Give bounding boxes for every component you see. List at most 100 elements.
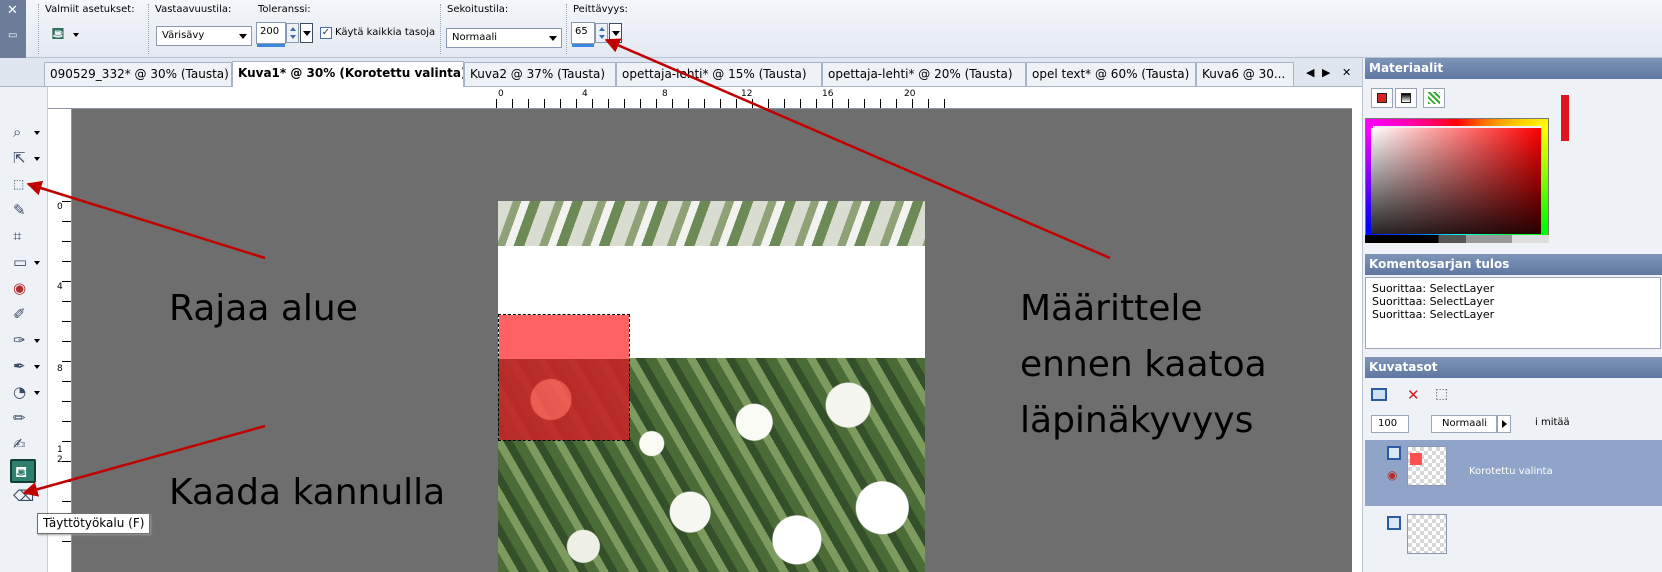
foreground-swatch[interactable]	[1561, 95, 1569, 141]
match-mode-label: Vastaavuustila:	[155, 4, 232, 15]
flood-fill-tool[interactable]: ⛾	[10, 459, 36, 483]
delete-layer-button[interactable]: ✕	[1405, 386, 1425, 406]
close-tab-icon[interactable]: ✕	[1342, 66, 1351, 79]
layers-panel-title: Kuvatasot	[1365, 357, 1662, 378]
paint-brush-tool[interactable]: ✏	[10, 407, 36, 431]
tab-kuva1[interactable]: Kuva1* @ 30% (Korotettu valinta)	[232, 61, 464, 87]
ruler-h-label: 16	[822, 89, 834, 99]
layer-mask-button[interactable]: ⬚	[1433, 386, 1453, 406]
magnifier-icon: ⌕	[13, 123, 22, 141]
presets-dropdown[interactable]: ⛾	[49, 24, 83, 48]
tab-next-icon[interactable]: ▶	[1322, 66, 1330, 79]
materials-tab-swatches[interactable]	[1423, 88, 1445, 108]
close-icon[interactable]: ✕	[7, 3, 18, 18]
eraser-tool[interactable]: ⌫	[10, 485, 36, 509]
tab-kuva2[interactable]: Kuva2 @ 37% (Tausta)	[464, 62, 616, 86]
ruler-h-label: 20	[904, 89, 916, 99]
fill-tool-tooltip: Täyttötyökalu (F)	[37, 513, 151, 534]
use-all-layers-label: Käytä kaikkia tasoja	[335, 27, 436, 38]
crop-tool[interactable]: ⌗	[10, 225, 36, 249]
script-line: Suorittaa: SelectLayer	[1372, 282, 1495, 295]
document-tabs: 090529_332* @ 30% (Tausta) Kuva1* @ 30% …	[0, 58, 1364, 87]
tab-prev-icon[interactable]: ◀	[1306, 66, 1314, 79]
clone-tool[interactable]: ✑	[10, 329, 40, 353]
pointer-icon: ⇱	[13, 149, 26, 167]
layer-blend-select[interactable]: Normaali	[1431, 415, 1497, 433]
annotation-crop-area: Rajaa alue	[169, 288, 358, 329]
color-replacer-tool[interactable]: ◔	[10, 381, 40, 405]
color-picker[interactable]	[1371, 128, 1541, 234]
brush-icon: ✐	[13, 305, 26, 323]
ruler-ticks	[496, 99, 946, 108]
layer-thumbnail	[1407, 446, 1447, 486]
options-grip[interactable]: ✕ ▭	[0, 0, 26, 58]
opacity-dropdown[interactable]	[609, 23, 622, 43]
deform-icon: ▭	[13, 253, 28, 271]
presets-group: Valmiit asetukset: ⛾	[38, 4, 148, 54]
script-line: Suorittaa: SelectLayer	[1372, 295, 1495, 308]
tolerance-group: Toleranssi: 200 ✓ Käytä kaikkia tasoja	[252, 4, 442, 54]
script-output-box: Suorittaa: SelectLayer Suorittaa: Select…	[1365, 277, 1661, 349]
tolerance-dropdown[interactable]	[300, 23, 313, 43]
pick-tool[interactable]: ⇱	[10, 147, 40, 171]
script-output-title: Komentosarjan tulos	[1365, 254, 1662, 275]
chevron-right-icon[interactable]	[1497, 415, 1511, 433]
blend-mode-label: Sekoitustila:	[447, 4, 509, 15]
tab-opel-text[interactable]: opel text* @ 60% (Tausta)	[1026, 62, 1196, 86]
tab-opettaja-lehti-15[interactable]: opettaja-lehti* @ 15% (Tausta)	[616, 62, 822, 86]
materials-tab-frame[interactable]	[1371, 88, 1393, 108]
gradient-icon	[1401, 93, 1411, 103]
horizontal-ruler: 0 4 8 12 16 20	[48, 87, 1352, 109]
retouch-tool[interactable]: ✒	[10, 355, 40, 379]
clone-brush-icon: ✑	[13, 331, 26, 349]
script-line: Suorittaa: SelectLayer	[1372, 308, 1495, 321]
opacity-input[interactable]: 65	[571, 22, 595, 47]
materials-tab-rainbow[interactable]	[1395, 88, 1417, 108]
new-layer-button[interactable]	[1371, 386, 1401, 406]
tolerance-label: Toleranssi:	[258, 4, 311, 15]
layer-row-selected[interactable]: ◉ Korotettu valinta	[1365, 440, 1662, 506]
use-all-layers-checkbox[interactable]: ✓	[320, 27, 332, 39]
vertical-ruler: 0 4 8 1 2	[48, 109, 72, 572]
pin-icon[interactable]: ▭	[8, 30, 17, 41]
flower-photo[interactable]	[498, 201, 925, 572]
fill-bucket-icon: ⛾	[51, 24, 65, 44]
airbrush-tool[interactable]: ✍	[10, 433, 36, 457]
annotation-opacity-line2: ennen kaatoa	[1020, 344, 1267, 385]
retouch-icon: ✒	[13, 357, 26, 375]
tolerance-input[interactable]: 200	[256, 22, 286, 47]
tool-options-bar: ✕ ▭ Valmiit asetukset: ⛾ Vastaavuustila:…	[0, 0, 1662, 58]
blend-mode-select[interactable]: Normaali	[446, 28, 562, 48]
presets-label: Valmiit asetukset:	[45, 4, 135, 15]
blend-mode-group: Sekoitustila: Normaali	[440, 4, 564, 54]
red-eye-tool[interactable]: ◉	[10, 277, 36, 301]
ruler-ticks	[62, 201, 71, 561]
annotation-opacity-line1: Määrittele	[1020, 288, 1203, 329]
selection-fill-flowers	[499, 359, 629, 440]
eye-icon[interactable]: ◉	[1387, 468, 1397, 482]
move-tool[interactable]: ▭	[10, 251, 40, 275]
layer-lock-field[interactable]: i mitää	[1515, 415, 1655, 433]
zoom-tool[interactable]: ⌕	[10, 121, 40, 145]
marquee-selection[interactable]	[498, 314, 630, 441]
grayscale-strip[interactable]	[1365, 235, 1549, 243]
tab-090529[interactable]: 090529_332* @ 30% (Tausta)	[44, 62, 232, 86]
value-underline	[257, 44, 285, 47]
tolerance-spinner[interactable]	[286, 23, 299, 43]
delete-layer-icon: ✕	[1407, 386, 1420, 404]
selection-tool[interactable]: ⬚	[10, 173, 40, 197]
tools-palette: ⌕ ⇱ ⬚ ✎ ⌗ ▭ ◉ ✐ ✑ ✒ ◔ ✏ ✍ ⛾ ⌫	[0, 87, 48, 572]
makeover-tool[interactable]: ✐	[10, 303, 36, 327]
tab-kuva6[interactable]: Kuva6 @ 30...	[1196, 62, 1294, 86]
opacity-spinner[interactable]	[595, 23, 608, 43]
layer-opacity-input[interactable]: 100	[1371, 415, 1409, 433]
opacity-value: 65	[575, 26, 588, 37]
layer-row[interactable]	[1365, 510, 1662, 572]
match-mode-select[interactable]: Värisävy	[156, 26, 252, 46]
crop-icon: ⌗	[13, 227, 22, 245]
tab-opettaja-lehti-20[interactable]: opettaja-lehti* @ 20% (Tausta)	[822, 62, 1026, 86]
right-panels: Materiaalit Komentosarjan tulos Suoritta…	[1362, 58, 1662, 572]
dropper-tool[interactable]: ✎	[10, 199, 36, 223]
eraser-icon: ⌫	[13, 487, 35, 505]
layer-thumbnail	[1407, 514, 1447, 554]
